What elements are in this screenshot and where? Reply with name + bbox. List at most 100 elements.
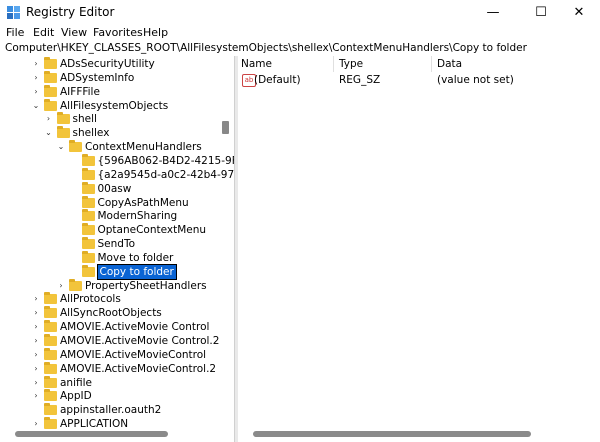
tree-item[interactable]: › AMOVIE.ActiveMovieControl (0, 347, 220, 362)
tree-item-label[interactable]: AllFilesystemObjects (60, 99, 168, 113)
chevron-right-icon[interactable]: › (31, 57, 41, 71)
values-list[interactable]: Name Type Data ab (Default) REG_SZ (valu… (238, 56, 600, 442)
tree-item[interactable]: SendTo (0, 237, 220, 251)
tree-item[interactable]: appinstaller.oauth2 (0, 403, 220, 417)
tree-item-label[interactable]: ContextMenuHandlers (85, 140, 202, 154)
list-row[interactable]: ab (Default) REG_SZ (value not set) (238, 73, 600, 87)
chevron-right-icon[interactable]: › (31, 362, 41, 376)
folder-icon (56, 126, 70, 139)
tree-item-label[interactable]: AMOVIE.ActiveMovie Control (60, 320, 209, 334)
chevron-right-icon[interactable]: › (31, 376, 41, 390)
column-header-data[interactable]: Data (437, 58, 462, 70)
tree-item[interactable]: › AllSyncRootObjects (0, 306, 220, 320)
chevron-right-icon[interactable]: › (31, 85, 41, 99)
tree-item-label[interactable]: AMOVIE.ActiveMovieControl (60, 348, 206, 362)
chevron-right-icon[interactable]: › (31, 71, 41, 85)
address-path[interactable]: Computer\HKEY_CLASSES_ROOT\AllFilesystem… (5, 42, 527, 54)
address-bar[interactable]: Computer\HKEY_CLASSES_ROOT\AllFilesystem… (0, 41, 600, 57)
folder-icon (81, 167, 95, 180)
tree-item[interactable]: OptaneContextMenu (0, 223, 220, 237)
tree-item[interactable]: › AMOVIE.ActiveMovie Control.2 (0, 334, 220, 348)
list-horizontal-scroll-thumb[interactable] (253, 431, 531, 437)
tree-item-label[interactable]: SendTo (98, 237, 136, 251)
tree-item-label[interactable]: AMOVIE.ActiveMovieControl.2 (60, 362, 216, 376)
chevron-down-icon[interactable]: ⌄ (44, 126, 54, 140)
tree-vertical-scroll-thumb[interactable] (222, 121, 229, 134)
tree-item[interactable]: › ADsSecurityUtility (0, 57, 220, 71)
tree-item-label[interactable]: CopyAsPathMenu (98, 196, 189, 210)
column-header-type[interactable]: Type (339, 58, 363, 70)
column-separator[interactable] (333, 56, 334, 72)
tree-item[interactable]: › AppID (0, 389, 220, 403)
tree-item[interactable]: {596AB062-B4D2-4215-9F74 (0, 153, 234, 168)
tree-item-label[interactable]: AIFFFile (60, 85, 100, 99)
tree-item-label[interactable]: shellex (73, 126, 110, 140)
tree-item[interactable]: ⌄ AllFilesystemObjects (0, 98, 220, 113)
column-separator[interactable] (431, 56, 432, 72)
tree-item-label[interactable]: ADsSecurityUtility (60, 57, 155, 71)
column-header-name[interactable]: Name (241, 58, 272, 70)
folder-icon (81, 223, 95, 236)
tree-item[interactable]: › shell (0, 112, 220, 126)
chevron-right-icon[interactable]: › (31, 320, 41, 334)
tree-item[interactable]: › anifile (0, 375, 220, 390)
tree-item-label[interactable]: Move to folder (98, 251, 174, 265)
tree-item-label[interactable]: appinstaller.oauth2 (60, 403, 161, 417)
tree-item-label[interactable]: {a2a9545d-a0c2-42b4-9708- (98, 168, 235, 182)
chevron-down-icon[interactable]: ⌄ (56, 140, 66, 154)
chevron-right-icon[interactable]: › (31, 348, 41, 362)
tree-item[interactable]: › AllProtocols (0, 292, 220, 306)
chevron-right-icon[interactable]: › (31, 306, 41, 320)
tree-item-label[interactable]: AllSyncRootObjects (60, 306, 162, 320)
chevron-right-icon[interactable]: › (44, 112, 54, 126)
chevron-right-icon[interactable]: › (31, 292, 41, 306)
tree-item-label[interactable]: PropertySheetHandlers (85, 279, 207, 293)
folder-icon (81, 181, 95, 194)
tree-item[interactable]: › ADSystemInfo (0, 70, 220, 85)
chevron-down-icon[interactable]: ⌄ (31, 99, 41, 113)
tree-item[interactable]: ⌄ ContextMenuHandlers (0, 140, 220, 154)
tree-item[interactable]: › AMOVIE.ActiveMovieControl.2 (0, 361, 220, 376)
chevron-right-icon[interactable]: › (31, 389, 41, 403)
tree-item-label[interactable]: AppID (60, 389, 92, 403)
tree-item[interactable]: Move to folder (0, 250, 220, 265)
menu-bar: File Edit View Favorites Help (0, 26, 600, 40)
tree-item-label[interactable]: AMOVIE.ActiveMovie Control.2 (60, 334, 219, 348)
folder-icon (44, 375, 57, 388)
tree-item[interactable]: {a2a9545d-a0c2-42b4-9708- (0, 167, 234, 182)
tree-item[interactable]: › AMOVIE.ActiveMovie Control (0, 320, 220, 334)
registry-tree[interactable]: › ADsSecurityUtility › ADSystemInfo › AIFFFil… (0, 56, 234, 442)
tree-item[interactable]: › AIFFFile (0, 84, 220, 99)
menu-edit[interactable]: Edit (33, 26, 54, 39)
tree-item[interactable]: CopyAsPathMenu (0, 195, 220, 210)
tree-vertical-scrollbar[interactable] (221, 56, 230, 426)
tree-item[interactable]: Copy to folder (0, 263, 220, 280)
tree-item-label[interactable]: anifile (60, 376, 92, 390)
tree-item[interactable]: ModernSharing (0, 209, 220, 223)
tree-item-label[interactable]: OptaneContextMenu (98, 223, 207, 237)
tree-item-label[interactable]: shell (73, 112, 97, 126)
tree-item-label[interactable]: ModernSharing (98, 209, 178, 223)
folder-icon (44, 347, 57, 360)
chevron-right-icon[interactable]: › (56, 279, 66, 293)
tree-item-label[interactable]: 00asw (98, 182, 132, 196)
tree-item-label[interactable]: AllProtocols (60, 292, 121, 306)
menu-favorites[interactable]: Favorites (93, 26, 143, 39)
tree-item[interactable]: ⌄ shellex (0, 126, 220, 140)
tree-item-label[interactable]: ADSystemInfo (60, 71, 134, 85)
tree-item-label[interactable]: {596AB062-B4D2-4215-9F74 (98, 154, 235, 168)
menu-file[interactable]: File (6, 26, 24, 39)
tree-item[interactable]: › PropertySheetHandlers (0, 278, 220, 293)
folder-icon (69, 140, 82, 153)
chevron-right-icon[interactable]: › (31, 334, 41, 348)
tree-item[interactable]: 00asw (0, 181, 220, 196)
folder-icon (44, 403, 57, 416)
tree-item-label[interactable]: Copy to folder (96, 263, 177, 280)
menu-view[interactable]: View (61, 26, 87, 39)
menu-help[interactable]: Help (143, 26, 168, 39)
folder-icon (81, 153, 95, 166)
title-bar: Registry Editor — ☐ ✕ (0, 0, 600, 26)
minimize-button[interactable]: — (470, 0, 516, 26)
tree-horizontal-scroll-thumb[interactable] (15, 431, 168, 437)
close-button[interactable]: ✕ (556, 0, 600, 26)
